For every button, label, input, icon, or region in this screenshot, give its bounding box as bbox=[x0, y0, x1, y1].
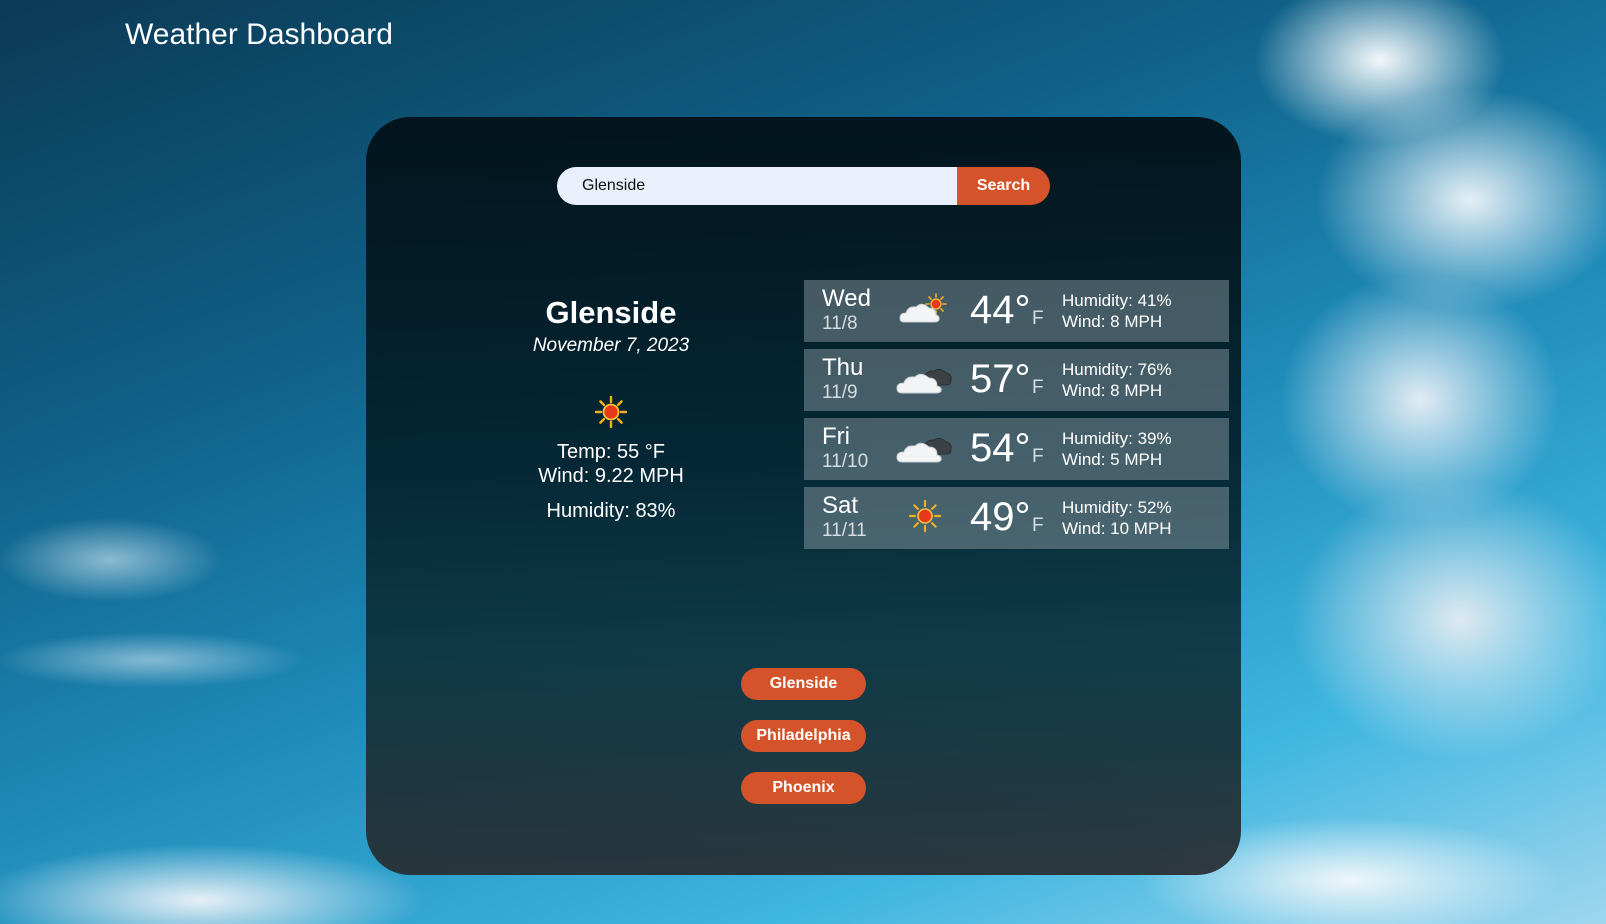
current-wind: Wind: 9.22 MPH bbox=[538, 465, 684, 487]
forecast-day: Thu bbox=[822, 354, 864, 381]
search-bar: Search bbox=[557, 167, 1050, 205]
forecast-wind: Wind: 8 MPH bbox=[1062, 312, 1163, 331]
forecast-date: 11/11 bbox=[822, 520, 867, 541]
history-button-glenside[interactable]: Glenside bbox=[741, 668, 866, 700]
history-button-philadelphia[interactable]: Philadelphia bbox=[741, 720, 866, 752]
current-weather: Glenside November 7, 2023 Temp: 55 °F Wi… bbox=[466, 295, 756, 523]
forecast-day: Wed bbox=[822, 285, 871, 312]
forecast-temp: 57° bbox=[970, 357, 1031, 401]
partly-sunny-icon bbox=[899, 293, 947, 323]
forecast-date: 11/9 bbox=[822, 382, 858, 403]
forecast-temp: 49° bbox=[970, 495, 1031, 539]
current-date: November 7, 2023 bbox=[532, 335, 690, 356]
forecast-row: Thu 11/9 57° F Humidity: 76% Wind: 8 MPH bbox=[804, 349, 1229, 411]
forecast-humidity: Humidity: 41% bbox=[1062, 291, 1172, 310]
forecast-wind: Wind: 8 MPH bbox=[1062, 381, 1163, 400]
search-input[interactable] bbox=[557, 167, 957, 205]
search-history: Glenside Philadelphia Phoenix bbox=[741, 668, 866, 824]
cloudy-icon bbox=[896, 437, 952, 463]
forecast-unit: F bbox=[1032, 446, 1044, 467]
forecast-humidity: Humidity: 39% bbox=[1062, 429, 1172, 448]
cloudy-icon bbox=[896, 368, 952, 394]
forecast-row: Fri 11/10 54° F Humidity: 39% Wind: 5 MP… bbox=[804, 418, 1229, 480]
forecast-wind: Wind: 5 MPH bbox=[1062, 450, 1163, 469]
forecast-date: 11/10 bbox=[822, 451, 869, 472]
forecast-temp: 54° bbox=[970, 426, 1031, 470]
history-button-phoenix[interactable]: Phoenix bbox=[741, 772, 866, 804]
forecast-unit: F bbox=[1032, 515, 1044, 536]
forecast-day: Sat bbox=[822, 492, 859, 519]
weather-card: Search Glenside November 7, 2023 Temp: 5… bbox=[366, 117, 1241, 875]
forecast-list: Wed 11/8 44° F Humidity: 41% Wind: 8 MPH bbox=[804, 280, 1229, 556]
search-button[interactable]: Search bbox=[957, 167, 1050, 205]
forecast-row: Sat 11/11 49° F Humidity: 52% Wind: 10 M… bbox=[804, 487, 1229, 549]
forecast-date: 11/8 bbox=[822, 313, 858, 334]
forecast-humidity: Humidity: 76% bbox=[1062, 360, 1172, 379]
current-temp: Temp: 55 °F bbox=[556, 441, 666, 463]
current-humidity: Humidity: 83% bbox=[546, 500, 676, 522]
forecast-unit: F bbox=[1032, 308, 1044, 329]
forecast-unit: F bbox=[1032, 377, 1044, 398]
forecast-humidity: Humidity: 52% bbox=[1062, 498, 1172, 517]
page-title: Weather Dashboard bbox=[125, 18, 393, 51]
sun-icon bbox=[908, 499, 942, 533]
forecast-day: Fri bbox=[822, 423, 850, 450]
forecast-wind: Wind: 10 MPH bbox=[1062, 519, 1172, 538]
current-city: Glenside bbox=[545, 295, 677, 330]
forecast-temp: 44° bbox=[970, 288, 1031, 332]
sun-icon bbox=[594, 395, 628, 429]
forecast-row: Wed 11/8 44° F Humidity: 41% Wind: 8 MPH bbox=[804, 280, 1229, 342]
